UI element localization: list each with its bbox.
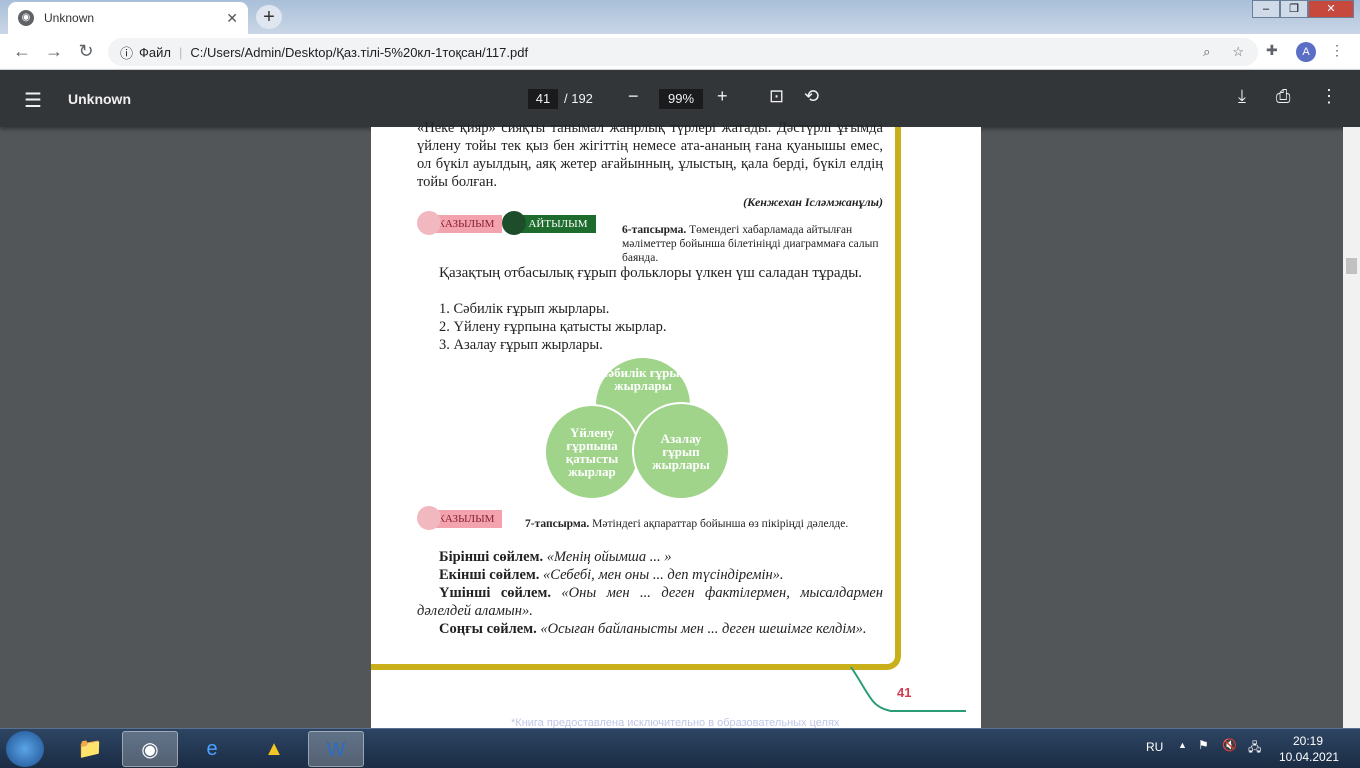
document-title: Unknown bbox=[68, 91, 131, 107]
zoom-icon[interactable]: ⌕ bbox=[1203, 44, 1210, 60]
back-icon[interactable]: ← bbox=[6, 41, 38, 62]
page-number: 41 bbox=[897, 685, 912, 700]
task6-badges: ЖАЗЫЛЫМ АЙТЫЛЫМ bbox=[417, 211, 596, 235]
ie-icon[interactable]: e bbox=[184, 731, 240, 767]
scrollbar-thumb[interactable] bbox=[1346, 258, 1357, 274]
sentence-label: Бірінші сөйлем. bbox=[439, 549, 544, 565]
hamburger-icon[interactable]: ☰ bbox=[24, 88, 42, 113]
download-icon[interactable]: ⤓ bbox=[1238, 86, 1246, 107]
pdf-page: «Неке қияр» сияқты танымал жанрлық түрле… bbox=[371, 120, 981, 729]
window-controls: – ❐ ✕ bbox=[1252, 0, 1354, 18]
star-icon[interactable]: ☆ bbox=[1232, 44, 1244, 60]
sentence-text: «Осыған байланысты мен ... деген шешімге… bbox=[540, 621, 867, 637]
app-icon[interactable]: ▲ bbox=[246, 731, 302, 767]
extensions-icon[interactable]: ✚ bbox=[1266, 42, 1278, 59]
zoom-in-icon[interactable]: + bbox=[717, 86, 728, 107]
zoom-input[interactable]: 99% bbox=[659, 89, 703, 109]
taskbar: 📁 ◉ e ▲ W RU ▲ ⚑ 🔇 🖧 20:19 10.04.2021 bbox=[0, 728, 1360, 768]
notebook-icon bbox=[417, 211, 441, 235]
word-icon[interactable]: W bbox=[308, 731, 364, 767]
venn-circle-3: Азалау ғұрып жырлары bbox=[632, 402, 730, 500]
list-item: 1. Сәбилік ғұрып жырлары. bbox=[439, 301, 610, 317]
explorer-icon[interactable]: 📁 bbox=[62, 731, 118, 767]
sentence-label: Екінші сөйлем. bbox=[439, 567, 540, 583]
action-center-icon[interactable]: ⚑ bbox=[1198, 738, 1209, 752]
new-tab-button[interactable]: + bbox=[256, 5, 282, 29]
sentence-text: «Менің ойымша ... » bbox=[546, 549, 672, 565]
rotate-icon[interactable]: ⟲ bbox=[804, 86, 819, 107]
print-icon[interactable]: ⎙ bbox=[1276, 86, 1290, 107]
sentences: Бірінші сөйлем. «Менің ойымша ... » Екін… bbox=[417, 548, 883, 638]
minimize-button[interactable]: – bbox=[1252, 0, 1280, 18]
task7-text: Мәтіндегі ақпараттар бойынша өз пікіріңд… bbox=[592, 518, 849, 530]
tab-unknown[interactable]: ◉ Unknown ✕ bbox=[8, 2, 248, 34]
maximize-button[interactable]: ❐ bbox=[1280, 0, 1308, 18]
forward-icon[interactable]: → bbox=[38, 41, 70, 62]
more-icon[interactable]: ⋮ bbox=[1320, 86, 1338, 107]
author: (Кенжехан Ісләмжанұлы) bbox=[743, 195, 883, 209]
tab-title: Unknown bbox=[44, 11, 95, 25]
zoom-out-icon[interactable]: − bbox=[628, 86, 639, 107]
globe-icon: ◉ bbox=[18, 10, 34, 26]
chrome-icon[interactable]: ◉ bbox=[122, 731, 178, 767]
clock-time[interactable]: 20:19 bbox=[1293, 734, 1323, 748]
fit-page-icon[interactable]: ⊡ bbox=[769, 86, 784, 107]
info-icon: ⓘ bbox=[120, 45, 134, 61]
intro: Қазақтың отбасылық ғұрып фольклоры үлкен… bbox=[439, 265, 863, 281]
start-button[interactable] bbox=[6, 731, 44, 767]
url-scheme: Файл bbox=[139, 44, 171, 60]
tab-bar: ◉ Unknown ✕ + – ❐ ✕ bbox=[0, 0, 1360, 34]
scrollbar[interactable] bbox=[1343, 127, 1360, 728]
list-item: 2. Үйлену ғұрпына қатысты жырлар. bbox=[439, 319, 667, 335]
close-window-button[interactable]: ✕ bbox=[1308, 0, 1354, 18]
url-text: C:/Users/Admin/Desktop/Қаз.тілі-5%20кл-1… bbox=[190, 44, 529, 60]
address-bar-row: ← → ↻ ⓘ Файл | C:/Users/Admin/Desktop/Қа… bbox=[0, 34, 1360, 70]
sentence-label: Үшінші сөйлем. bbox=[439, 585, 551, 601]
language-indicator[interactable]: RU bbox=[1146, 740, 1163, 754]
task7-label: 7-тапсырма. bbox=[525, 518, 590, 530]
page-total: / 192 bbox=[564, 91, 593, 106]
sentence-text: «Себебі, мен оны ... деп түсіндіремін». bbox=[543, 567, 784, 583]
paragraph: «Неке қияр» сияқты танымал жанрлық түрле… bbox=[417, 120, 883, 190]
venn-circle-2: Үйлену ғұрпына қатысты жырлар bbox=[544, 404, 640, 500]
close-tab-icon[interactable]: ✕ bbox=[226, 10, 238, 27]
avatar[interactable]: A bbox=[1296, 42, 1316, 62]
menu-icon[interactable]: ⋮ bbox=[1330, 42, 1344, 59]
reload-icon[interactable]: ↻ bbox=[70, 41, 102, 62]
page-input[interactable]: 41 bbox=[528, 89, 558, 109]
volume-muted-icon[interactable]: 🔇 bbox=[1222, 738, 1237, 752]
list-item: 3. Азалау ғұрып жырлары. bbox=[439, 337, 603, 353]
clock-date[interactable]: 10.04.2021 bbox=[1279, 750, 1339, 764]
sentence-label: Соңғы сөйлем. bbox=[439, 621, 537, 637]
task6-label: 6-тапсырма. bbox=[622, 224, 687, 236]
network-icon[interactable]: 🖧 bbox=[1248, 738, 1261, 759]
url-input[interactable]: ⓘ Файл | C:/Users/Admin/Desktop/Қаз.тілі… bbox=[108, 38, 1258, 66]
list: 1. Сәбилік ғұрып жырлары. 2. Үйлену ғұрп… bbox=[439, 300, 667, 354]
show-hidden-icons[interactable]: ▲ bbox=[1178, 740, 1187, 750]
